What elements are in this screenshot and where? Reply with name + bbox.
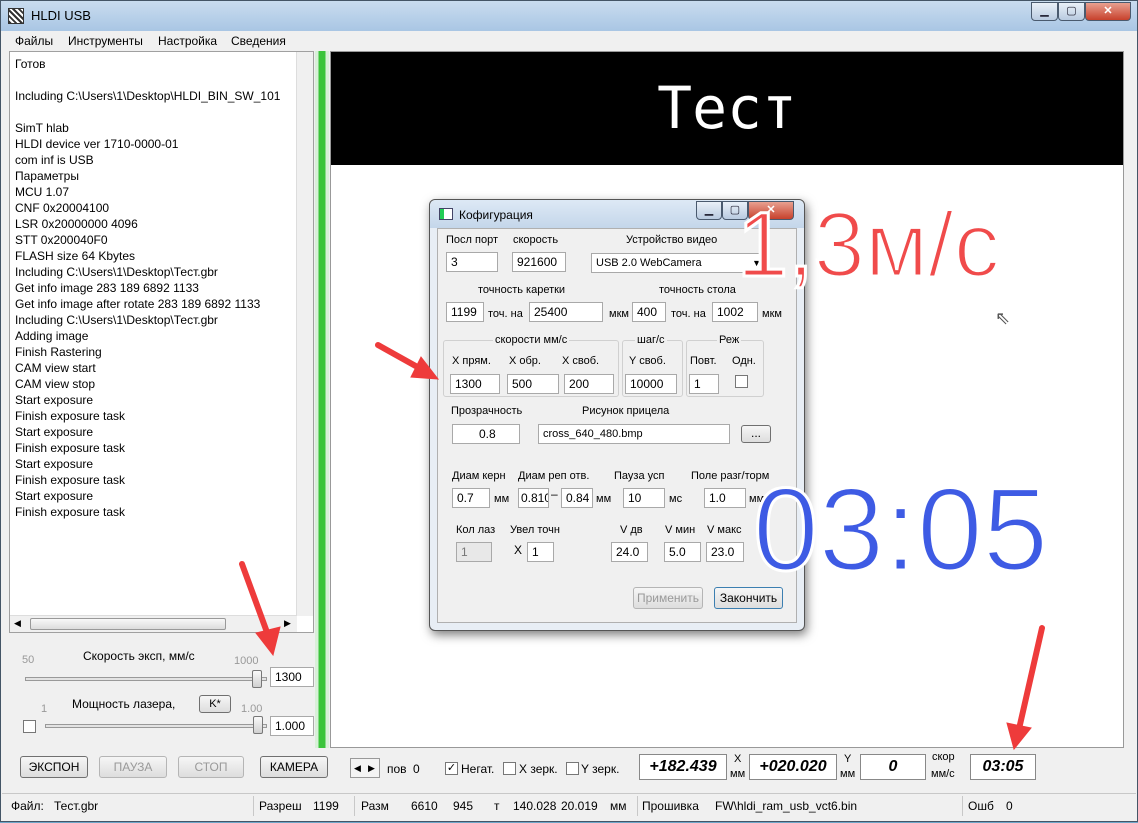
arrow-head-x-speed xyxy=(410,356,440,380)
main-window: HLDI USB ▁ ▢ ✕ Файлы Инструменты Настрой… xyxy=(0,0,1138,822)
arrow-to-speed-input xyxy=(239,561,271,638)
annotation-arrows xyxy=(239,342,1045,751)
arrow-head-time-readout xyxy=(1006,722,1032,751)
arrow-head-speed-input xyxy=(255,626,281,657)
arrow-to-x-speed xyxy=(375,342,424,372)
arrow-to-time-readout xyxy=(1016,625,1045,732)
